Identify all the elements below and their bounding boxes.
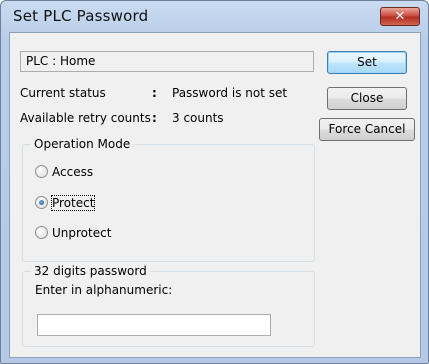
plc-target-text: PLC : Home xyxy=(26,54,96,68)
close-button[interactable]: Close xyxy=(327,87,407,110)
password-group-title: 32 digits password xyxy=(31,264,150,278)
retry-count-value: 3 counts xyxy=(172,111,224,125)
close-icon: ✕ xyxy=(394,9,406,24)
force-cancel-button[interactable]: Force Cancel xyxy=(319,118,415,141)
current-status-label: Current status xyxy=(20,86,106,100)
dialog-title: Set PLC Password xyxy=(13,7,149,25)
radio-protect[interactable]: Protect xyxy=(35,195,96,212)
radio-button-icon[interactable] xyxy=(35,165,48,178)
password-input[interactable] xyxy=(37,314,271,336)
password-instruction: Enter in alphanumeric: xyxy=(35,283,173,297)
radio-unprotect-label: Unprotect xyxy=(52,226,112,240)
plc-target-field: PLC : Home xyxy=(20,51,314,72)
operation-mode-title: Operation Mode xyxy=(31,137,134,151)
close-window-button[interactable]: ✕ xyxy=(380,7,420,26)
radio-unprotect[interactable]: Unprotect xyxy=(35,226,111,242)
radio-protect-label: Protect xyxy=(50,195,96,211)
dialog-body: PLC : Home Current status : Password is … xyxy=(9,32,421,358)
radio-access-label: Access xyxy=(52,165,94,179)
set-button[interactable]: Set xyxy=(327,51,407,74)
current-status-value: Password is not set xyxy=(172,86,288,100)
current-status-separator: : xyxy=(152,86,157,100)
radio-button-icon[interactable] xyxy=(35,226,48,239)
retry-count-label: Available retry counts xyxy=(20,111,151,125)
dialog-window: Set PLC Password ✕ PLC : Home Current st… xyxy=(0,0,429,364)
radio-access[interactable]: Access xyxy=(35,165,93,181)
operation-mode-group: Operation Mode Access Protect Unprotect xyxy=(22,137,315,262)
password-group: 32 digits password Enter in alphanumeric… xyxy=(22,264,315,347)
title-bar[interactable]: Set PLC Password ✕ xyxy=(1,1,428,31)
retry-count-separator: : xyxy=(152,111,157,125)
radio-button-checked-icon[interactable] xyxy=(35,196,48,209)
